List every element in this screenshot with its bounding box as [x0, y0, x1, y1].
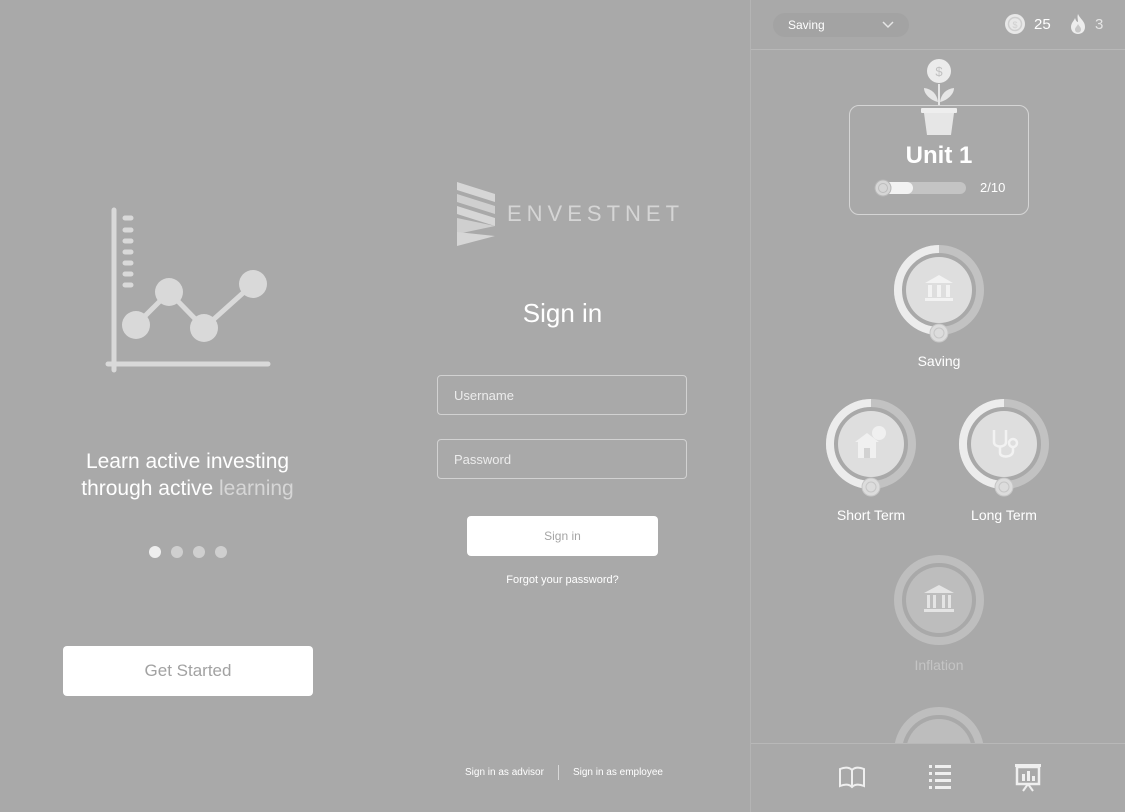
link-divider [557, 765, 559, 780]
house-icon [855, 426, 886, 458]
lesson-node-inflation[interactable] [893, 554, 985, 646]
password-input[interactable] [437, 439, 687, 479]
envestnet-logo-icon [457, 182, 495, 246]
presentation-chart-icon[interactable] [1013, 762, 1043, 792]
alternate-signin-links: Sign in as advisor Sign in as employee [465, 765, 663, 780]
bank-icon [925, 275, 953, 301]
bottom-nav [751, 743, 1125, 812]
streak-count: 3 [1095, 15, 1104, 33]
coin-icon: $ [1005, 14, 1025, 34]
coin-icon [874, 179, 892, 197]
stethoscope-icon [992, 430, 1019, 458]
topic-select[interactable]: Saving [773, 13, 909, 37]
unit-card[interactable]: Unit 1 2/10 [849, 105, 1029, 215]
coin-counter: $ 25 [1004, 13, 1051, 35]
learning-path-screen: Saving $ 25 3 $ Unit 1 2/10 Saving Short… [750, 0, 1125, 812]
username-input[interactable] [437, 375, 687, 415]
get-started-button[interactable]: Get Started [63, 646, 313, 696]
coin-count: 25 [1034, 15, 1051, 33]
pagination-dot-2[interactable] [170, 546, 183, 558]
page-title: Sign in [522, 298, 603, 328]
tagline-line2-prefix: through active [81, 477, 220, 500]
unit-title: Unit 1 [905, 142, 973, 169]
coin-icon [929, 323, 949, 343]
list-icon[interactable] [927, 762, 953, 790]
bank-icon [924, 585, 954, 612]
svg-text:$: $ [1012, 20, 1017, 30]
top-bar: Saving $ 25 3 [751, 0, 1125, 50]
flame-icon [1071, 14, 1085, 34]
lesson-node-saving[interactable] [893, 244, 985, 343]
onboarding-screen: Learn active investing through active le… [0, 0, 375, 812]
lesson-label-long-term: Long Term [971, 507, 1037, 523]
tagline-line1: Learn active investing [85, 450, 290, 473]
book-icon[interactable] [837, 762, 867, 792]
unit-progress-count: 2/10 [980, 180, 1006, 195]
svg-text:$: $ [935, 64, 943, 79]
lesson-label-short-term: Short Term [836, 507, 906, 523]
pagination-dot-4[interactable] [214, 546, 227, 558]
sign-in-button[interactable]: Sign in [467, 516, 658, 556]
lesson-node-short-term[interactable] [825, 398, 917, 497]
line-chart-illustration [105, 207, 271, 373]
signin-employee-link[interactable]: Sign in as employee [573, 767, 663, 778]
lesson-node-long-term[interactable] [958, 398, 1050, 497]
pagination-dot-3[interactable] [192, 546, 205, 558]
envestnet-logo: ENVESTNET [455, 180, 684, 248]
logo-wordmark: ENVESTNET [507, 201, 685, 226]
lesson-label-inflation: Inflation [914, 657, 964, 673]
chevron-down-icon [882, 21, 894, 29]
coin-icon [994, 477, 1014, 497]
lesson-label-saving: Saving [917, 353, 961, 369]
streak-counter: 3 [1069, 13, 1103, 35]
onboarding-tagline: Learn active investing through active le… [0, 448, 375, 502]
topic-select-value: Saving [788, 18, 825, 32]
pagination-dot-1[interactable] [148, 546, 161, 558]
tagline-line2: through active learning [0, 475, 375, 502]
tagline-highlight: learning [219, 477, 294, 500]
coin-icon [861, 477, 881, 497]
signin-advisor-link[interactable]: Sign in as advisor [465, 767, 544, 778]
signin-screen: ENVESTNET Sign in Sign in Forgot your pa… [375, 0, 750, 812]
forgot-password-link[interactable]: Forgot your password? [375, 574, 750, 586]
pagination-dots [0, 546, 375, 558]
